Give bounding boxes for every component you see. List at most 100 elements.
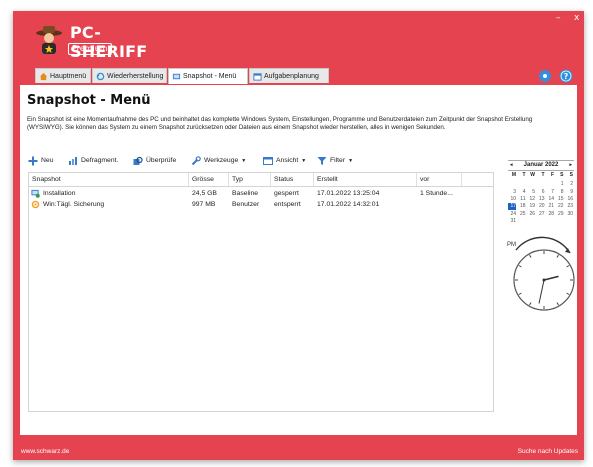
defragment-icon [69,157,77,165]
calendar-day[interactable]: 19 [527,203,535,210]
calendar-day[interactable]: 31 [508,218,516,225]
snapshot-size: 24,5 GB [192,190,217,197]
website-link[interactable]: www.schwarz.de [21,448,69,455]
calendar-weekday: W [530,172,535,178]
filter-dropdown[interactable]: Filter ▼ [317,154,353,168]
calendar-day[interactable]: 27 [537,211,545,218]
wrench-icon [191,156,201,166]
calendar-prev-button[interactable]: ◂ [510,161,513,170]
page-description: Ein Snapshot ist eine Momentaufnahme des… [27,116,533,131]
table-row[interactable]: Win:Tägl. Sicherung 997 MB Benutzer ents… [29,199,493,210]
calendar-day[interactable]: 14 [546,196,554,203]
chevron-down-icon: ▼ [348,158,354,164]
tab-label: Wiederherstellung [107,73,164,80]
calendar-day[interactable]: 20 [537,203,545,210]
calendar-day[interactable]: 11 [518,196,525,203]
view-icon [263,157,273,165]
table-row[interactable]: Installation 24,5 GB Baseline gesperrt 1… [29,188,493,199]
calendar-day[interactable]: 24 [508,211,516,218]
snapshot-created: 17.01.2022 14:32:01 [317,201,380,208]
chevron-down-icon: ▼ [241,158,247,164]
home-icon [39,72,48,81]
calendar-day[interactable]: 23 [565,203,573,210]
column-header-type[interactable]: Typ [229,173,271,186]
calendar-day[interactable]: 21 [546,203,554,210]
snapshot-status: gesperrt [274,190,299,197]
snapshot-name: Win:Tägl. Sicherung [43,201,105,208]
calendar-day[interactable]: 22 [556,203,564,210]
tools-label: Werkzeuge [204,157,239,164]
calendar-day[interactable]: 28 [546,211,554,218]
tab-aufgabenplanung[interactable]: Aufgabenplanung [249,68,329,83]
tab-hauptmenu[interactable]: Hauptmenü [35,68,91,83]
snapshot-table: Snapshot Grösse Typ Status Erstellt vor … [28,172,494,412]
column-header-ago[interactable]: vor [417,173,462,186]
calendar-day[interactable]: 4 [518,189,526,196]
calendar-next-button[interactable]: ▸ [569,161,572,170]
calendar-day[interactable]: 26 [527,211,535,218]
snapshot-created: 17.01.2022 13:25:04 [317,190,380,197]
calendar-day[interactable]: 2 [565,181,573,188]
calendar-day[interactable]: 15 [556,196,564,203]
calendar-day[interactable]: 16 [565,196,573,203]
check-button[interactable]: Überprüfe [133,154,176,168]
calendar-day[interactable]: 1 [556,181,564,188]
tab-snapshot-menu[interactable]: Snapshot - Menü [168,68,248,84]
column-header-snapshot[interactable]: Snapshot [29,173,189,186]
calendar-day-selected[interactable]: 17 [508,203,516,211]
calendar-day[interactable]: 8 [556,189,564,196]
update-link[interactable]: Suche nach Updates [518,448,578,455]
calendar-day[interactable]: 6 [537,189,545,196]
column-header-status[interactable]: Status [271,173,314,186]
tab-label: Aufgabenplanung [264,73,319,80]
restore-icon [96,72,105,81]
edition-badge: Premium [68,43,112,55]
snapshot-status: entsperrt [274,201,301,208]
gear-icon[interactable] [538,69,552,83]
calendar-day[interactable]: 12 [527,196,535,203]
page-title: Snapshot - Menü [27,93,151,108]
schedule-icon [253,73,262,81]
calendar-weekday: S [569,172,573,178]
calendar-day[interactable]: 3 [508,189,516,196]
snapshot-ago: 1 Stunde... [420,190,453,197]
tab-label: Snapshot - Menü [183,73,237,80]
close-button[interactable]: x [574,12,579,24]
view-label: Ansicht [276,157,299,164]
calendar-month-title: Januar 2022 [523,162,559,168]
new-button[interactable]: Neu [28,154,53,168]
calendar-day[interactable]: 25 [518,211,526,218]
view-dropdown[interactable]: Ansicht ▼ [263,154,306,168]
table-header: Snapshot Grösse Typ Status Erstellt vor [29,173,493,187]
inspect-icon [133,156,143,165]
column-header-size[interactable]: Grösse [189,173,229,186]
calendar-day[interactable]: 13 [537,196,545,203]
defragment-button[interactable]: Defragment. [68,154,118,168]
calendar-day[interactable]: 30 [565,211,573,218]
calendar-day[interactable]: 9 [565,189,573,196]
tab-wiederherstellung[interactable]: Wiederherstellung [92,68,167,83]
minimize-button[interactable]: – [556,12,561,24]
chevron-down-icon: ▼ [301,158,307,164]
calendar-day[interactable]: 18 [518,203,526,210]
calendar-day[interactable]: 29 [556,211,564,218]
sheriff-mascot-icon [36,26,62,54]
calendar-weekday: T [522,172,526,178]
content-panel: Snapshot - Menü Ein Snapshot ist eine Mo… [20,85,577,435]
app-title: PC-SHERIFF [70,23,148,61]
tools-dropdown[interactable]: Werkzeuge ▼ [191,154,246,168]
snapshot-type: Benutzer [232,201,260,208]
snapshot-type: Baseline [232,190,259,197]
status-bar: www.schwarz.de Suche nach Updates [13,448,584,460]
calendar-weekday: T [541,172,545,178]
help-icon[interactable]: ? [559,69,573,83]
column-header-created[interactable]: Erstellt [314,173,417,186]
filter-label: Filter [330,157,346,164]
snapshot-size: 997 MB [192,201,216,208]
calendar-weekday: F [550,172,554,178]
calendar-day[interactable]: 10 [508,196,516,203]
snapshot-name: Installation [43,190,76,197]
plus-icon [28,156,38,166]
calendar-day[interactable]: 5 [527,189,535,196]
calendar-day[interactable]: 7 [546,189,554,196]
